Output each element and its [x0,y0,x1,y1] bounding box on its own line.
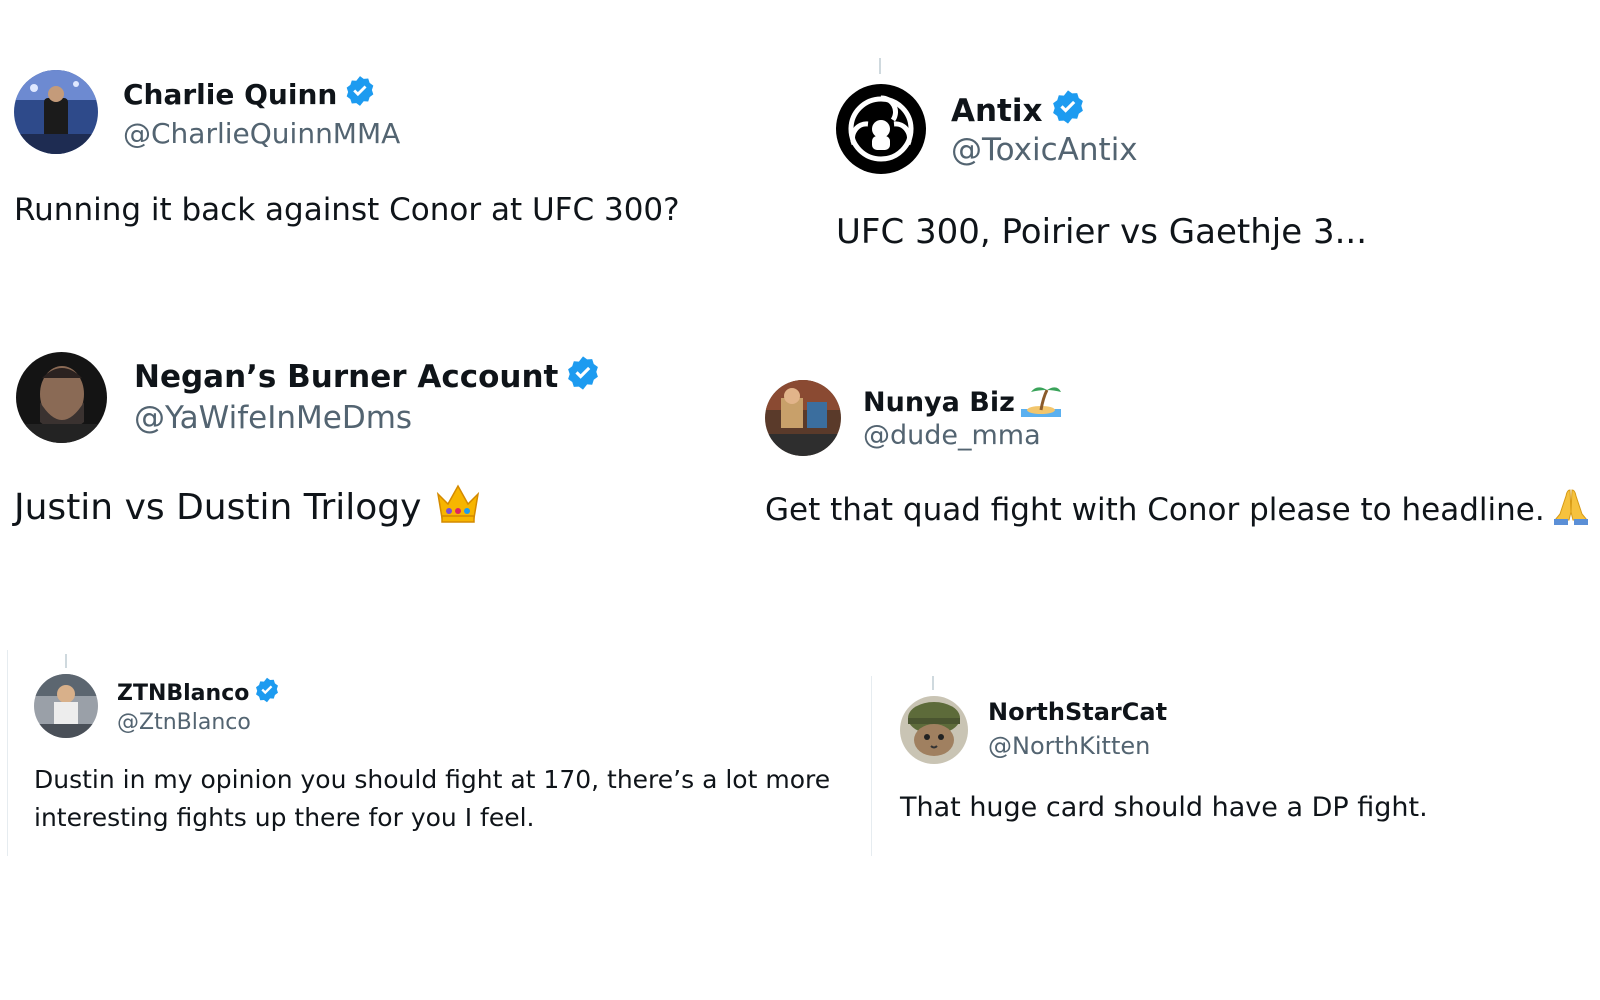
display-name[interactable]: NorthStarCat [988,698,1167,726]
desert-island-icon [1020,381,1061,424]
display-name[interactable]: Nunya Biz [863,381,1061,424]
tweet-text: Get that quad fight with Conor please to… [765,486,1591,534]
display-name[interactable]: Negan’s Burner Account [134,354,602,400]
verified-badge-icon [564,354,602,400]
tweet-text: That huge card should have a DP fight. [900,792,1428,823]
avatar[interactable] [16,352,107,443]
avatar[interactable] [765,380,841,456]
tweet-text: Running it back against Conor at UFC 300… [14,192,680,228]
handle[interactable]: @dude_mma [863,420,1041,451]
tweet-text: Justin vs Dustin Trilogy [14,482,481,533]
crown-icon [435,482,481,533]
verified-badge-icon [253,676,281,710]
column-divider [871,676,872,856]
tweet-text-line-2: interesting fights up there for you I fe… [34,803,535,832]
avatar[interactable] [14,70,98,154]
handle[interactable]: @CharlieQuinnMMA [123,117,400,150]
thread-line [932,676,934,690]
avatar[interactable] [836,84,926,174]
thread-line [65,654,67,668]
folded-hands-icon [1551,486,1591,534]
display-name[interactable]: ZTNBlanco [117,676,281,710]
verified-badge-icon [1049,88,1087,134]
handle[interactable]: @ToxicAntix [951,132,1138,168]
tweet-text: UFC 300, Poirier vs Gaethje 3... [836,212,1368,252]
avatar[interactable] [900,696,968,764]
verified-badge-icon [343,74,377,115]
avatar[interactable] [34,674,98,738]
display-name[interactable]: Antix [951,88,1087,134]
handle[interactable]: @NorthKitten [988,732,1150,760]
display-name[interactable]: Charlie Quinn [123,74,377,115]
handle[interactable]: @YaWifeInMeDms [134,400,412,436]
tweet-text-line-1: Dustin in my opinion you should fight at… [34,765,831,794]
thread-line [879,58,881,74]
left-border [7,650,8,856]
handle[interactable]: @ZtnBlanco [117,710,251,735]
